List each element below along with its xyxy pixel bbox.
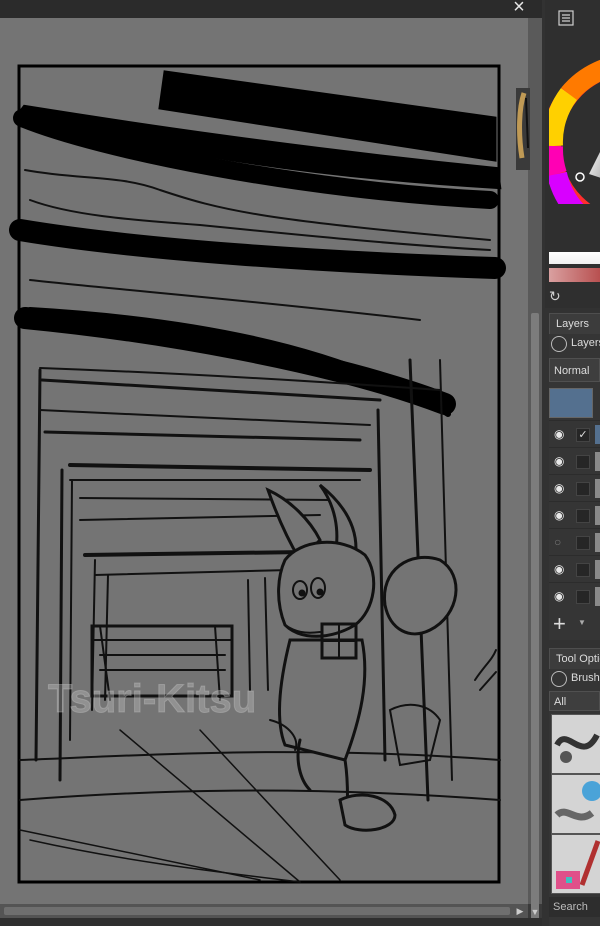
- brush-presets-panel: Brush Presets All Search: [549, 669, 600, 926]
- layer-row[interactable]: ◉: [549, 474, 600, 502]
- layer-thumbnail: [595, 560, 600, 579]
- layer-thumbnail: [595, 587, 600, 606]
- layer-row[interactable]: ◉: [549, 582, 600, 610]
- brush-lock-label: Brush Presets: [571, 672, 600, 684]
- layer-checkbox[interactable]: [576, 455, 590, 469]
- lock-icon[interactable]: [551, 671, 567, 687]
- layer-row[interactable]: ◉: [549, 447, 600, 475]
- add-layer-button[interactable]: +: [553, 612, 573, 636]
- brush-preset-pencil[interactable]: [551, 834, 600, 894]
- layer-checkbox[interactable]: [576, 590, 590, 604]
- layer-checkbox[interactable]: [576, 536, 590, 550]
- status-strip: [0, 918, 545, 926]
- brush-lock-row[interactable]: Brush Presets: [549, 669, 600, 689]
- scroll-down-arrow-icon[interactable]: ▼: [529, 906, 541, 918]
- brush-preset-ink[interactable]: [551, 714, 600, 774]
- eye-icon[interactable]: ◉: [554, 482, 566, 494]
- tab-layers[interactable]: Layers: [549, 313, 600, 335]
- lock-icon[interactable]: [551, 336, 567, 352]
- eye-icon[interactable]: ◉: [554, 428, 566, 440]
- eye-icon[interactable]: ◉: [554, 509, 566, 521]
- layer-thumbnail: [595, 533, 600, 552]
- layer-checkbox[interactable]: [576, 482, 590, 496]
- watermark-text: Tsuri-Kitsu: [48, 677, 256, 721]
- layer-thumbnail: [595, 452, 600, 471]
- horizontal-scrollbar-thumb[interactable]: [4, 907, 510, 915]
- layer-row[interactable]: ◉: [549, 555, 600, 583]
- layer-checkbox[interactable]: ✓: [576, 428, 590, 442]
- layer-thumbnail: [595, 506, 600, 525]
- blend-mode-select[interactable]: Normal: [549, 358, 600, 382]
- tab-tool-options[interactable]: Tool Options: [549, 648, 600, 670]
- layer-checkbox[interactable]: [576, 563, 590, 577]
- layer-checkbox[interactable]: [576, 509, 590, 523]
- layer-row[interactable]: ◉: [549, 501, 600, 529]
- color-selector-panel[interactable]: ↻: [545, 0, 600, 308]
- scroll-right-arrow-icon[interactable]: ▶: [514, 905, 526, 917]
- layers-panel: Layers Normal ◉✓◉◉◉○◉◉: [549, 334, 600, 640]
- sketch-artwork[interactable]: Tsuri-Kitsu: [0, 18, 528, 904]
- vertical-scrollbar[interactable]: [528, 18, 542, 923]
- add-layer-dropdown-icon[interactable]: ▼: [578, 617, 588, 629]
- layers-lock-label: Layers: [571, 337, 600, 349]
- active-layer-color[interactable]: [549, 388, 593, 418]
- color-wheel[interactable]: [549, 24, 600, 204]
- color-gradient-bar[interactable]: [549, 268, 600, 282]
- vertical-scrollbar-thumb[interactable]: [531, 313, 539, 923]
- reference-image-fragment: [516, 88, 530, 170]
- layer-row[interactable]: ◉ ✓: [549, 420, 600, 448]
- brush-filter-select[interactable]: All: [549, 691, 600, 711]
- layer-thumbnail: [595, 479, 600, 498]
- brush-search-input[interactable]: Search: [549, 897, 600, 917]
- layer-thumbnail: [595, 425, 600, 444]
- refresh-icon[interactable]: ↻: [549, 288, 565, 304]
- eye-icon[interactable]: ◉: [554, 590, 566, 602]
- layer-row[interactable]: ○: [549, 528, 600, 556]
- horizontal-scrollbar[interactable]: ▶: [0, 904, 528, 918]
- close-canvas-button[interactable]: ×: [508, 0, 530, 18]
- brush-preset-watercolor[interactable]: [551, 774, 600, 834]
- canvas-viewport[interactable]: Tsuri-Kitsu: [0, 18, 528, 904]
- layers-lock-row[interactable]: Layers: [549, 334, 600, 354]
- top-bar: [0, 0, 545, 18]
- eye-icon[interactable]: ◉: [554, 455, 566, 467]
- eye-hidden-icon[interactable]: ○: [554, 536, 566, 548]
- eye-icon[interactable]: ◉: [554, 563, 566, 575]
- color-history-bar[interactable]: [549, 252, 600, 264]
